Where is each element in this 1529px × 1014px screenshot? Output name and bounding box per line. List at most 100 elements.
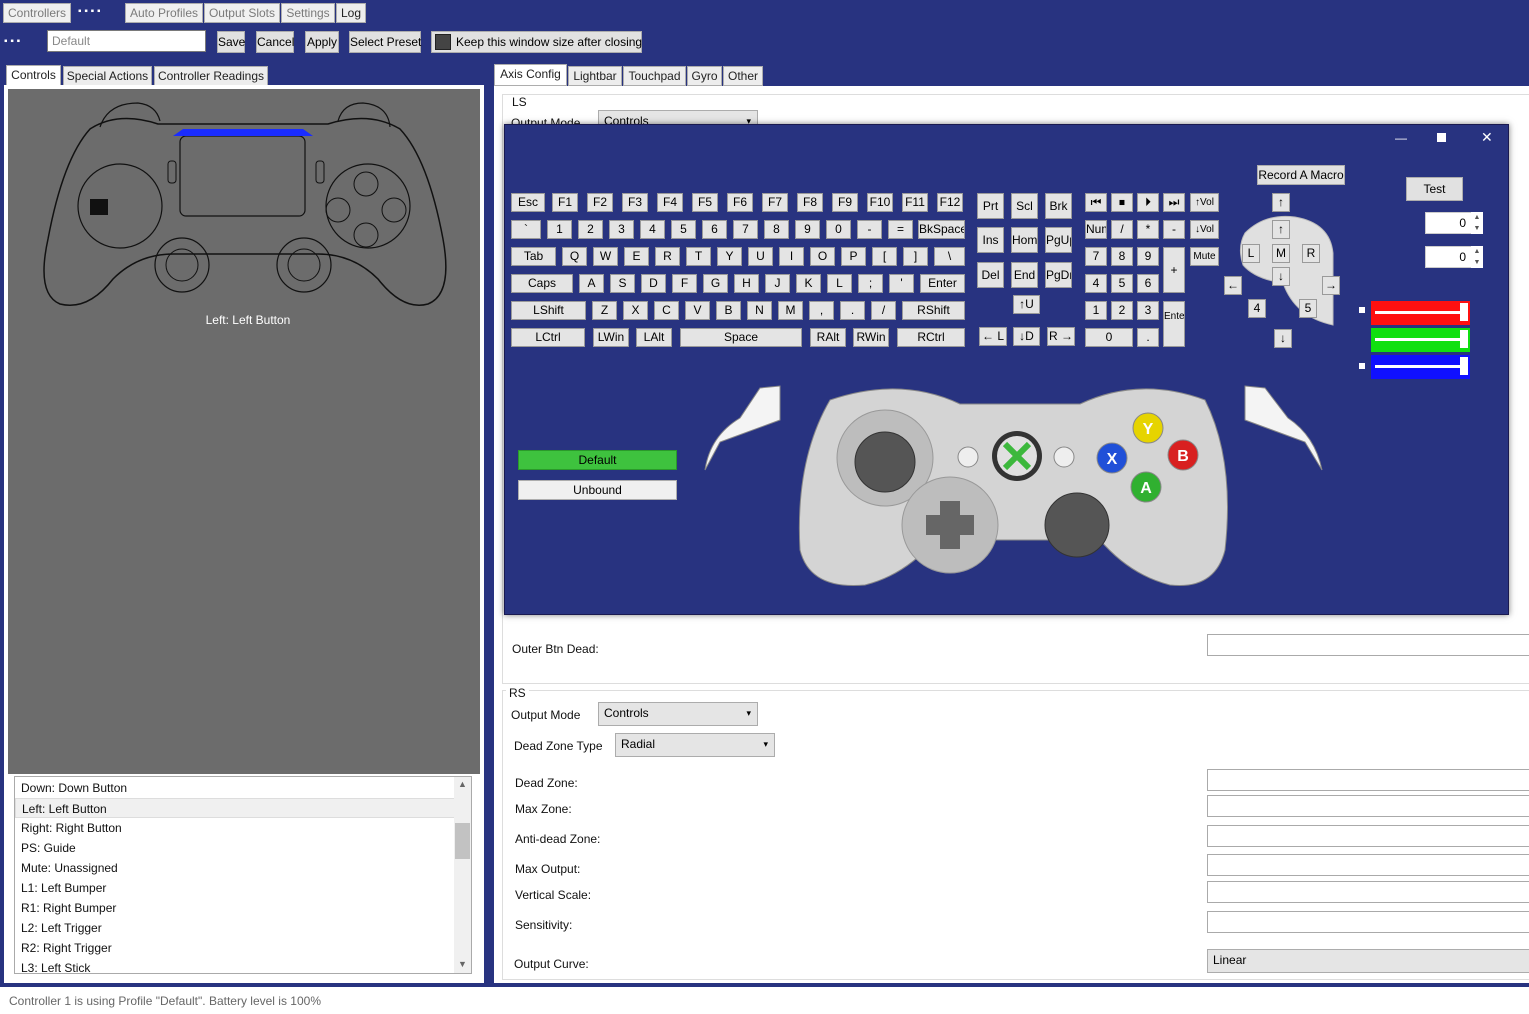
red-slider[interactable] <box>1371 301 1470 325</box>
record-macro-button[interactable]: Record A Macro <box>1257 165 1345 185</box>
key-h[interactable]: H <box>734 274 759 293</box>
key-home[interactable]: Hom <box>1011 227 1038 253</box>
key-x[interactable]: X <box>623 301 648 320</box>
sensitivity-field[interactable] <box>1207 911 1529 933</box>
spin-input-2[interactable]: 0 <box>1425 246 1473 268</box>
maximize-icon[interactable] <box>1437 133 1446 142</box>
key-t[interactable]: T <box>686 247 711 266</box>
anti-dead-zone-field[interactable] <box>1207 825 1529 847</box>
key-f9[interactable]: F9 <box>832 193 858 212</box>
key-v[interactable]: V <box>685 301 710 320</box>
tab-auto-profiles[interactable]: Auto Profiles <box>125 3 203 23</box>
key-media-stop[interactable]: ⏹ <box>1111 193 1133 212</box>
mapping-list[interactable]: Down: Down Button Left: Left Button Righ… <box>14 776 472 974</box>
rs-output-mode-select[interactable]: Controls ▾ <box>598 702 758 726</box>
tab-touchpad[interactable]: Touchpad <box>623 66 686 86</box>
key-i[interactable]: I <box>779 247 804 266</box>
key-pgup[interactable]: PgUp <box>1045 227 1072 253</box>
key-rshift[interactable]: RShift <box>902 301 965 320</box>
key-esc[interactable]: Esc <box>511 193 545 212</box>
key-f6[interactable]: F6 <box>727 193 753 212</box>
test-button[interactable]: Test <box>1406 177 1463 201</box>
tab-log[interactable]: Log <box>336 3 366 23</box>
key-k[interactable]: K <box>796 274 821 293</box>
key-j[interactable]: J <box>765 274 790 293</box>
key-5[interactable]: 5 <box>671 220 696 239</box>
close-icon[interactable]: ✕ <box>1481 129 1493 146</box>
tab-other[interactable]: Other <box>723 66 763 86</box>
mouse-down-key[interactable]: ↓ <box>1272 267 1290 286</box>
key-f8[interactable]: F8 <box>797 193 823 212</box>
key-del[interactable]: Del <box>977 262 1004 288</box>
key-m[interactable]: M <box>778 301 803 320</box>
key-enter[interactable]: Enter <box>920 274 965 293</box>
key-equals[interactable]: = <box>888 220 913 239</box>
key-lshift[interactable]: LShift <box>511 301 586 320</box>
key-backspace[interactable]: BkSpace <box>918 220 965 239</box>
key-6[interactable]: 6 <box>702 220 727 239</box>
key-f12[interactable]: F12 <box>937 193 963 212</box>
key-ralt[interactable]: RAlt <box>810 328 846 347</box>
mouse-wheel-down-key[interactable]: ↓ <box>1274 329 1292 348</box>
mouse-wheel-up-key[interactable]: ↑ <box>1272 193 1290 212</box>
key-minus[interactable]: - <box>857 220 882 239</box>
key-num-6[interactable]: 6 <box>1137 274 1159 293</box>
list-scrollbar[interactable]: ▲ ▼ <box>454 777 471 973</box>
key-q[interactable]: Q <box>562 247 587 266</box>
mouse-right-button[interactable]: R <box>1302 244 1320 263</box>
key-down[interactable]: ↓D <box>1013 327 1040 346</box>
key-left[interactable]: ← L <box>979 327 1007 346</box>
key-3[interactable]: 3 <box>609 220 634 239</box>
key-lalt[interactable]: LAlt <box>636 328 672 347</box>
key-w[interactable]: W <box>593 247 618 266</box>
spin-input-1[interactable]: 0 <box>1425 212 1473 234</box>
key-num-plus[interactable]: + <box>1163 247 1185 293</box>
key-num-7[interactable]: 7 <box>1085 247 1107 266</box>
apply-button[interactable]: Apply <box>305 31 339 53</box>
key-f5[interactable]: F5 <box>692 193 718 212</box>
key-quote[interactable]: ' <box>889 274 914 293</box>
key-caps[interactable]: Caps <box>511 274 573 293</box>
key-period[interactable]: . <box>840 301 865 320</box>
key-vol-down[interactable]: ↓Vol <box>1190 220 1219 239</box>
key-media-next[interactable]: ⏭ <box>1163 193 1185 212</box>
key-num-enter[interactable]: Enter <box>1163 301 1185 347</box>
key-u[interactable]: U <box>748 247 773 266</box>
key-f11[interactable]: F11 <box>902 193 928 212</box>
key-num-dot[interactable]: . <box>1137 328 1159 347</box>
list-item[interactable]: L2: Left Trigger <box>15 918 471 938</box>
keep-size-toggle[interactable]: Keep this window size after closing <box>431 31 642 53</box>
dead-zone-type-select[interactable]: Radial ▾ <box>615 733 775 757</box>
mouse-left-key[interactable]: ← <box>1224 276 1242 295</box>
key-lctrl[interactable]: LCtrl <box>511 328 585 347</box>
key-ins[interactable]: Ins <box>977 227 1004 253</box>
output-curve-select[interactable]: Linear <box>1207 949 1529 973</box>
key-lbracket[interactable]: [ <box>872 247 897 266</box>
key-num-0[interactable]: 0 <box>1085 328 1133 347</box>
key-7[interactable]: 7 <box>733 220 758 239</box>
key-num-5[interactable]: 5 <box>1111 274 1133 293</box>
blue-slider[interactable] <box>1371 355 1470 379</box>
key-num-multiply[interactable]: * <box>1137 220 1159 239</box>
list-item[interactable]: Left: Left Button <box>15 798 455 818</box>
key-tab[interactable]: Tab <box>511 247 556 266</box>
tab-axis-config[interactable]: Axis Config <box>494 64 567 86</box>
key-num-8[interactable]: 8 <box>1111 247 1133 266</box>
key-up[interactable]: ↑U <box>1013 295 1040 314</box>
key-num-divide[interactable]: / <box>1111 220 1133 239</box>
key-num-4[interactable]: 4 <box>1085 274 1107 293</box>
key-media-play[interactable]: ⏵ <box>1137 193 1159 212</box>
key-backtick[interactable]: ` <box>511 220 541 239</box>
key-c[interactable]: C <box>654 301 679 320</box>
scroll-up-icon[interactable]: ▲ <box>458 779 467 789</box>
key-z[interactable]: Z <box>592 301 617 320</box>
dead-zone-field[interactable] <box>1207 769 1529 791</box>
tab-controllers[interactable]: Controllers <box>3 3 71 23</box>
unbound-button[interactable]: Unbound <box>518 480 677 500</box>
key-y[interactable]: Y <box>717 247 742 266</box>
key-8[interactable]: 8 <box>764 220 789 239</box>
outer-btn-dead-field[interactable] <box>1207 634 1529 656</box>
tab-controller-readings[interactable]: Controller Readings <box>154 66 268 86</box>
tab-lightbar[interactable]: Lightbar <box>568 66 622 86</box>
list-item[interactable]: L1: Left Bumper <box>15 878 471 898</box>
